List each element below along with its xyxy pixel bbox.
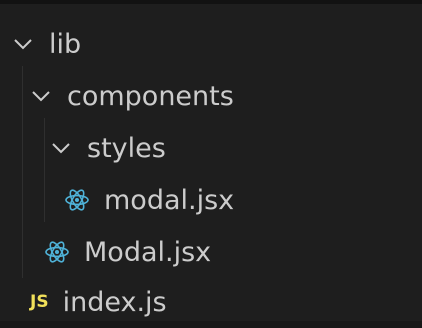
tree-item-label: styles xyxy=(87,132,166,164)
chevron-down-icon[interactable] xyxy=(30,85,52,107)
file-explorer-panel: lib components styles modal.jsx Modal.js… xyxy=(0,0,422,321)
tree-item-components[interactable]: components xyxy=(0,70,422,122)
tree-item-label: modal.jsx xyxy=(104,184,235,216)
tree-item-styles[interactable]: styles xyxy=(0,122,422,174)
js-file-icon: JS xyxy=(30,291,49,312)
tree-item-label: Modal.jsx xyxy=(84,236,212,268)
tree-item-label: lib xyxy=(49,28,82,60)
chevron-down-icon[interactable] xyxy=(50,137,72,159)
chevron-down-icon[interactable] xyxy=(12,33,34,55)
tree-item-lib[interactable]: lib xyxy=(0,18,422,70)
react-icon xyxy=(64,187,90,213)
tree-item-label: components xyxy=(67,80,234,112)
tree-item-Modal-jsx[interactable]: Modal.jsx xyxy=(0,226,422,278)
tree-item-modal-jsx[interactable]: modal.jsx xyxy=(0,174,422,226)
tree-item-label: index.js xyxy=(62,286,167,318)
tree-item-index-js[interactable]: JS index.js xyxy=(0,276,422,328)
react-icon xyxy=(44,239,70,265)
